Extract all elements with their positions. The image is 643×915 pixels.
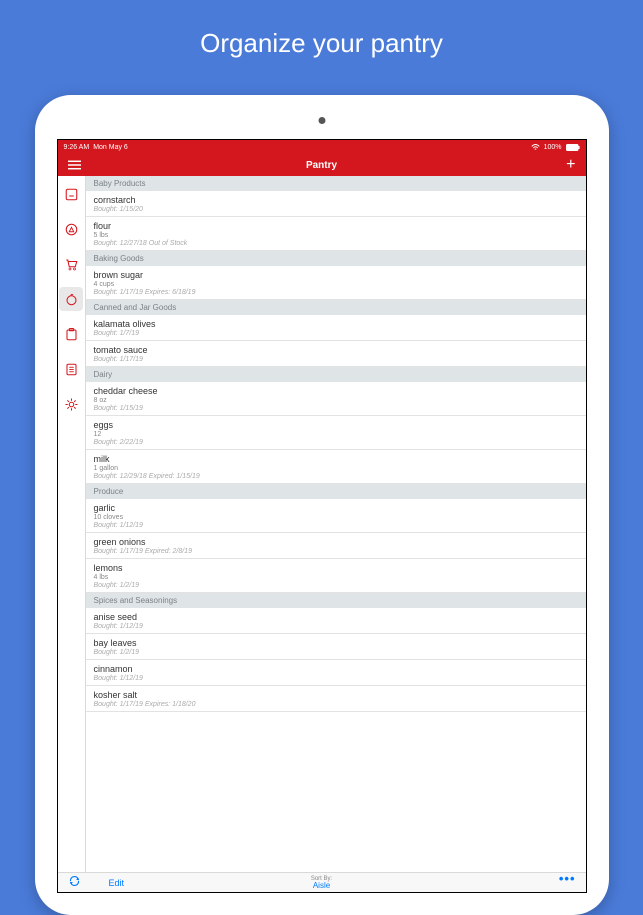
item-name: brown sugar <box>94 270 578 280</box>
marketing-headline: Organize your pantry <box>0 0 643 59</box>
item-meta: Bought: 1/12/19 <box>94 675 578 682</box>
item-meta: Bought: 1/12/19 <box>94 522 578 529</box>
sidebar-item-pantry[interactable] <box>59 287 83 311</box>
list-item[interactable]: eggs12Bought: 2/22/19 <box>86 416 586 450</box>
item-name: flour <box>94 221 578 231</box>
item-name: bay leaves <box>94 638 578 648</box>
add-button[interactable]: + <box>566 157 575 173</box>
item-name: kosher salt <box>94 690 578 700</box>
item-name: cornstarch <box>94 195 578 205</box>
item-quantity: 8 oz <box>94 397 578 404</box>
list-item[interactable]: tomato sauceBought: 1/17/19 <box>86 341 586 367</box>
list-item[interactable]: bay leavesBought: 1/2/19 <box>86 634 586 660</box>
item-name: tomato sauce <box>94 345 578 355</box>
list-item[interactable]: green onionsBought: 1/17/19 Expired: 2/8… <box>86 533 586 559</box>
sidebar-item-compass[interactable] <box>59 217 83 241</box>
sync-button[interactable] <box>68 874 81 892</box>
item-quantity: 1 gallon <box>94 465 578 472</box>
item-meta: Bought: 12/27/18 Out of Stock <box>94 240 578 247</box>
wifi-icon <box>531 144 540 151</box>
sort-button[interactable]: Sort By: Aisle <box>311 876 332 890</box>
sidebar-item-inbox[interactable] <box>59 182 83 206</box>
item-name: lemons <box>94 563 578 573</box>
item-meta: Bought: 1/2/19 <box>94 582 578 589</box>
menu-button[interactable] <box>68 160 81 170</box>
item-meta: Bought: 1/15/20 <box>94 206 578 213</box>
sort-value: Aisle <box>311 882 332 890</box>
item-quantity: 5 lbs <box>94 232 578 239</box>
list-item[interactable]: kosher saltBought: 1/17/19 Expires: 1/18… <box>86 686 586 712</box>
item-name: cheddar cheese <box>94 386 578 396</box>
list-item[interactable]: kalamata olivesBought: 1/7/19 <box>86 315 586 341</box>
item-meta: Bought: 1/17/19 Expires: 1/18/20 <box>94 701 578 708</box>
item-meta: Bought: 1/7/19 <box>94 330 578 337</box>
status-bar: 9:26 AM Mon May 6 100% <box>58 140 586 154</box>
list-item[interactable]: anise seedBought: 1/12/19 <box>86 608 586 634</box>
status-battery-pct: 100% <box>544 144 562 151</box>
list-item[interactable]: flour5 lbsBought: 12/27/18 Out of Stock <box>86 217 586 251</box>
battery-icon <box>566 144 580 151</box>
sidebar-item-clipboard[interactable] <box>59 322 83 346</box>
sidebar-item-settings[interactable] <box>59 392 83 416</box>
list-item[interactable]: cornstarchBought: 1/15/20 <box>86 191 586 217</box>
list-item[interactable]: milk1 gallonBought: 12/29/18 Expired: 1/… <box>86 450 586 484</box>
sidebar-item-notes[interactable] <box>59 357 83 381</box>
section-header: Baby Products <box>86 176 586 191</box>
item-name: green onions <box>94 537 578 547</box>
item-meta: Bought: 1/2/19 <box>94 649 578 656</box>
list-item[interactable]: cheddar cheese8 ozBought: 1/15/19 <box>86 382 586 416</box>
sidebar-item-cart[interactable] <box>59 252 83 276</box>
item-name: cinnamon <box>94 664 578 674</box>
ipad-frame: 9:26 AM Mon May 6 100% Pantry + <box>35 95 609 915</box>
item-quantity: 4 lbs <box>94 574 578 581</box>
more-button[interactable]: ••• <box>559 876 576 890</box>
sidebar <box>58 176 86 872</box>
app-header: Pantry + <box>58 154 586 176</box>
bottom-toolbar: Edit Sort By: Aisle ••• <box>58 872 586 892</box>
section-header: Baking Goods <box>86 251 586 266</box>
item-name: milk <box>94 454 578 464</box>
page-title: Pantry <box>306 160 337 171</box>
list-item[interactable]: lemons4 lbsBought: 1/2/19 <box>86 559 586 593</box>
item-quantity: 12 <box>94 431 578 438</box>
item-name: anise seed <box>94 612 578 622</box>
item-meta: Bought: 12/29/18 Expired: 1/15/19 <box>94 473 578 480</box>
section-header: Canned and Jar Goods <box>86 300 586 315</box>
screen: 9:26 AM Mon May 6 100% Pantry + <box>57 139 587 893</box>
item-meta: Bought: 2/22/19 <box>94 439 578 446</box>
item-meta: Bought: 1/17/19 <box>94 356 578 363</box>
item-meta: Bought: 1/12/19 <box>94 623 578 630</box>
item-quantity: 10 cloves <box>94 514 578 521</box>
pantry-list[interactable]: Baby ProductscornstarchBought: 1/15/20fl… <box>86 176 586 872</box>
item-name: garlic <box>94 503 578 513</box>
status-date: Mon May 6 <box>93 144 128 151</box>
status-time: 9:26 AM <box>64 144 90 151</box>
list-item[interactable]: brown sugar4 cupsBought: 1/17/19 Expires… <box>86 266 586 300</box>
section-header: Produce <box>86 484 586 499</box>
item-name: kalamata olives <box>94 319 578 329</box>
section-header: Spices and Seasonings <box>86 593 586 608</box>
item-meta: Bought: 1/15/19 <box>94 405 578 412</box>
item-name: eggs <box>94 420 578 430</box>
list-item[interactable]: garlic10 clovesBought: 1/12/19 <box>86 499 586 533</box>
edit-button[interactable]: Edit <box>109 878 125 888</box>
device-camera <box>318 117 325 124</box>
item-meta: Bought: 1/17/19 Expired: 2/8/19 <box>94 548 578 555</box>
list-item[interactable]: cinnamonBought: 1/12/19 <box>86 660 586 686</box>
item-meta: Bought: 1/17/19 Expires: 6/18/19 <box>94 289 578 296</box>
section-header: Dairy <box>86 367 586 382</box>
item-quantity: 4 cups <box>94 281 578 288</box>
